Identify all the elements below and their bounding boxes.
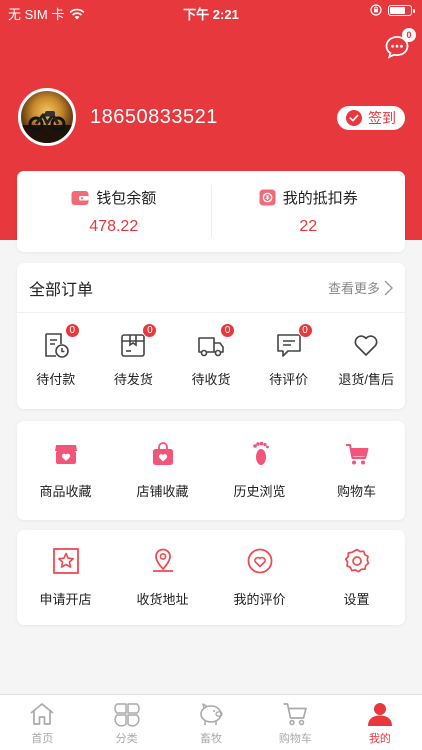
battery-icon <box>388 4 415 16</box>
order-status-row: 0 待付款 0 待发货 0 待收货 0 待评价 退货/售后 <box>17 313 405 388</box>
order-pending-review-icon-wrap: 0 <box>273 323 313 361</box>
shipping-address-label: 收货地址 <box>136 592 189 607</box>
browse-history[interactable]: 历史浏览 <box>211 441 308 500</box>
tab-livestock-label: 畜牧 <box>200 733 223 745</box>
tab-home-label: 首页 <box>31 733 54 745</box>
status-bar: 无 SIM 卡 下午 2:21 <box>0 0 422 24</box>
favorites-row: 商品收藏 店铺收藏 历史浏览 购物车 <box>17 421 405 520</box>
coupon-value: 22 <box>299 218 318 235</box>
order-pending-payment-badge: 0 <box>64 323 80 338</box>
tab-category-label: 分类 <box>115 733 138 745</box>
order-pending-receipt-label: 待收货 <box>191 372 231 387</box>
order-pending-shipment-badge: 0 <box>142 323 158 338</box>
order-pending-review[interactable]: 0 待评价 <box>250 323 328 388</box>
order-pending-shipment-icon-wrap: 0 <box>117 323 158 361</box>
rotation-lock-icon <box>370 4 382 16</box>
tab-cart-label: 购物车 <box>278 733 312 745</box>
services-row: 申请开店 收货地址 我的评价 设置 <box>17 530 405 625</box>
tab-cart[interactable]: 购物车 <box>253 695 337 750</box>
signin-label: 签到 <box>368 110 396 126</box>
tab-livestock[interactable]: 畜牧 <box>169 695 253 750</box>
chevron-right-icon <box>384 280 393 295</box>
status-right <box>370 4 415 16</box>
avatar[interactable] <box>18 88 76 146</box>
footprint-icon <box>252 441 269 465</box>
location-pin-icon <box>152 548 173 572</box>
order-pending-receipt[interactable]: 0 待收货 <box>172 323 250 388</box>
coupon-label-row: 我的抵扣券 <box>259 187 358 208</box>
coupon-label: 我的抵扣券 <box>282 190 358 207</box>
product-favorites-label: 商品收藏 <box>39 484 92 499</box>
home-icon <box>30 703 54 725</box>
order-refund-icon-wrap <box>350 329 382 361</box>
wallet-balance-value: 478.22 <box>89 218 139 235</box>
tab-mine-label: 我的 <box>368 733 391 745</box>
shopping-bag-heart-icon <box>152 442 173 465</box>
shopping-cart-label: 购物车 <box>336 484 376 499</box>
star-frame-icon <box>52 548 79 574</box>
gear-icon <box>344 548 369 573</box>
settings[interactable]: 设置 <box>308 547 405 608</box>
wallet-card: 钱包余额 478.22 我的抵扣券 22 <box>17 171 405 252</box>
heart-outline-icon <box>354 335 378 356</box>
wallet-balance-label-row: 钱包余额 <box>71 187 156 208</box>
orders-title: 全部订单 <box>29 281 94 299</box>
signin-button[interactable]: 签到 <box>337 106 405 130</box>
settings-label: 设置 <box>343 592 370 607</box>
order-pending-receipt-badge: 0 <box>219 323 235 338</box>
orders-more-link[interactable]: 查看更多 <box>328 278 393 297</box>
order-pending-review-badge: 0 <box>297 323 313 338</box>
orders-header: 全部订单 查看更多 <box>17 263 405 313</box>
user-phone: 18650833521 <box>90 106 218 128</box>
heart-circle-icon <box>247 548 272 574</box>
favorites-card: 商品收藏 店铺收藏 历史浏览 购物车 <box>17 421 405 520</box>
order-pending-receipt-icon-wrap: 0 <box>195 323 235 361</box>
services-card: 申请开店 收货地址 我的评价 设置 <box>17 530 405 625</box>
motorcycle-photo-icon <box>21 111 73 143</box>
pig-icon <box>200 703 223 725</box>
message-badge: 0 <box>402 28 416 42</box>
orders-card: 全部订单 查看更多 0 待付款 0 待发货 0 待收货 0 待评价 退货/售后 <box>17 263 405 409</box>
user-icon <box>367 703 392 726</box>
order-pending-shipment[interactable]: 0 待发货 <box>95 323 173 388</box>
shopping-cart-entry[interactable]: 购物车 <box>308 441 405 500</box>
order-refund[interactable]: 退货/售后 <box>327 329 405 388</box>
browse-history-label: 历史浏览 <box>233 484 286 499</box>
coupon-icon <box>259 189 276 206</box>
order-pending-review-label: 待评价 <box>269 372 309 387</box>
wallet-icon <box>71 190 89 205</box>
tab-mine[interactable]: 我的 <box>338 695 422 750</box>
category-petal-icon <box>113 703 140 727</box>
tab-category[interactable]: 分类 <box>84 695 168 750</box>
store-favorites[interactable]: 店铺收藏 <box>114 441 211 500</box>
order-pending-payment-icon-wrap: 0 <box>40 323 80 361</box>
order-refund-label: 退货/售后 <box>338 372 394 387</box>
shipping-address[interactable]: 收货地址 <box>114 547 211 608</box>
tab-home[interactable]: 首页 <box>0 695 84 750</box>
store-favorites-label: 店铺收藏 <box>136 484 189 499</box>
orders-more-label: 查看更多 <box>327 281 380 296</box>
apply-open-store-label: 申请开店 <box>39 592 92 607</box>
shopping-cart-icon <box>345 444 368 465</box>
tab-bar: 首页 分类 畜牧 购物车 我的 <box>0 694 422 750</box>
wallet-balance-label: 钱包余额 <box>96 190 157 207</box>
my-reviews-label: 我的评价 <box>233 592 286 607</box>
order-pending-payment[interactable]: 0 待付款 <box>17 323 95 388</box>
battery-level <box>390 6 405 14</box>
order-pending-shipment-label: 待发货 <box>113 372 153 387</box>
apply-open-store[interactable]: 申请开店 <box>17 547 114 608</box>
check-circle-icon <box>346 110 362 126</box>
my-reviews[interactable]: 我的评价 <box>211 547 308 608</box>
product-favorites[interactable]: 商品收藏 <box>17 441 114 500</box>
wallet-balance[interactable]: 钱包余额 478.22 <box>17 171 211 252</box>
status-time: 下午 2:21 <box>183 7 239 22</box>
message-button[interactable]: 0 <box>384 28 416 60</box>
cart-outline-icon <box>283 703 308 726</box>
order-pending-payment-label: 待付款 <box>36 372 76 387</box>
shop-heart-icon <box>54 445 77 464</box>
coupon-balance[interactable]: 我的抵扣券 22 <box>212 171 406 252</box>
